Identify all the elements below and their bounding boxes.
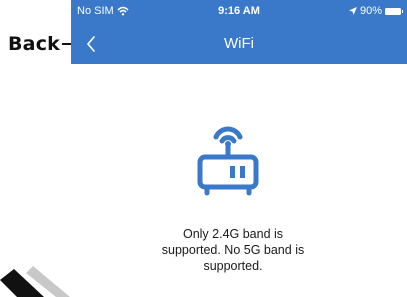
back-annotation: Back bbox=[0, 29, 70, 59]
status-bar: No SIM 9:16 AM 90% bbox=[71, 0, 407, 24]
back-annotation-label: Back bbox=[8, 33, 61, 55]
status-right: 90% bbox=[348, 5, 403, 17]
phone-screen: No SIM 9:16 AM 90% WiFi Only 2.4G band i… bbox=[71, 0, 407, 297]
location-arrow-icon bbox=[348, 7, 357, 15]
battery-icon bbox=[385, 7, 403, 15]
router-icon bbox=[197, 126, 259, 196]
battery-percent: 90% bbox=[359, 5, 382, 17]
nav-bar: WiFi bbox=[71, 24, 407, 64]
corner-decoration bbox=[0, 266, 70, 297]
page-title: WiFi bbox=[224, 35, 254, 52]
band-support-message: Only 2.4G band is supported. No 5G band … bbox=[161, 227, 305, 273]
